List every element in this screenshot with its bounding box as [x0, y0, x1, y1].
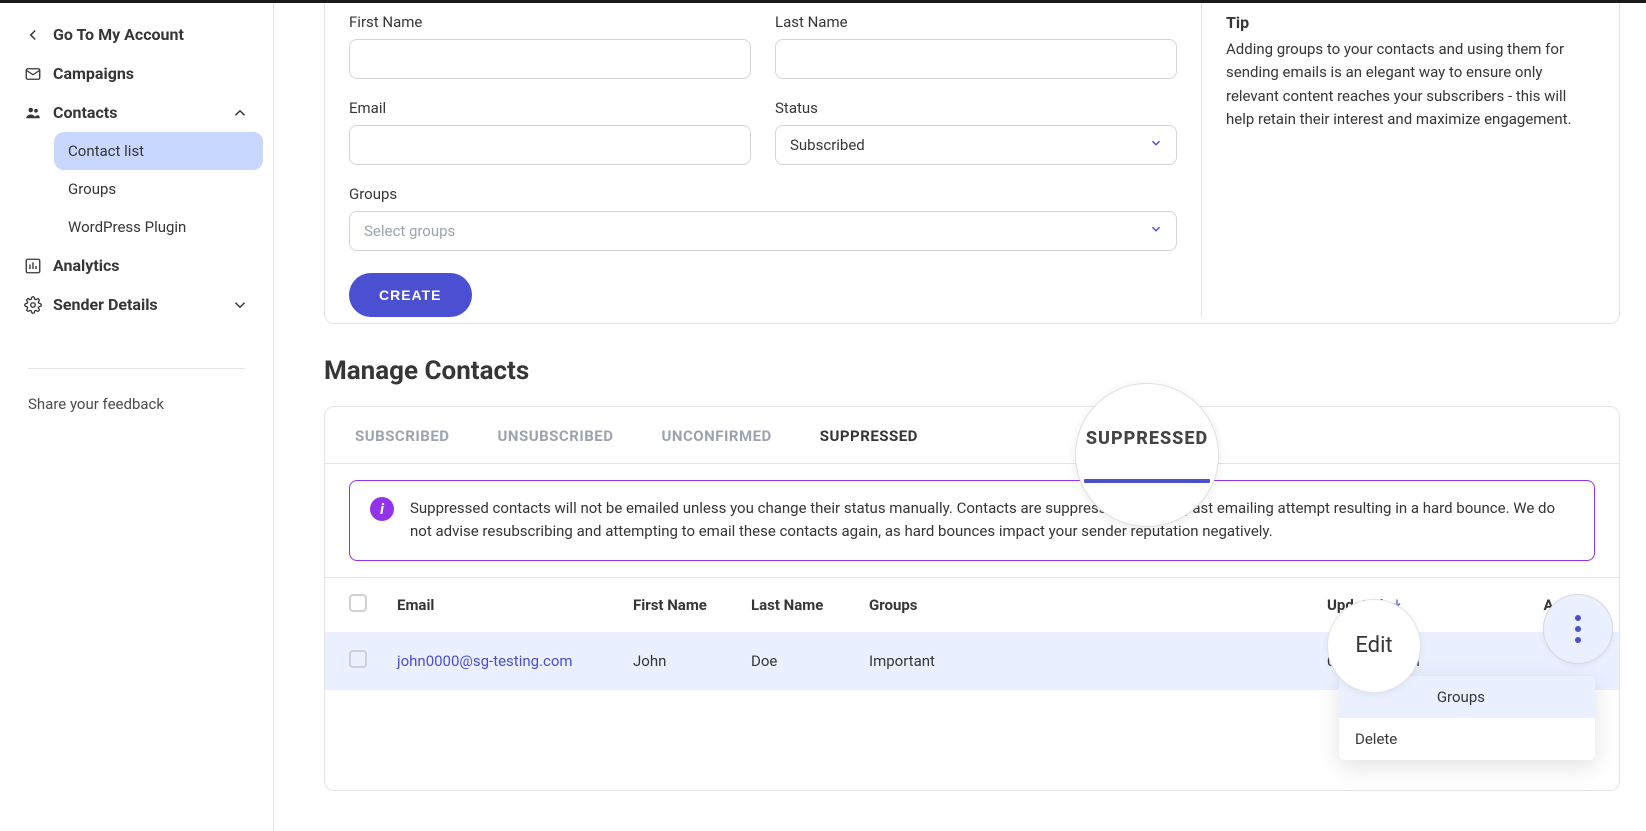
sub-groups[interactable]: Groups	[54, 170, 263, 208]
tip-card: Tip Adding groups to your contacts and u…	[1201, 3, 1595, 317]
chevron-up-icon	[231, 104, 249, 122]
status-label: Status	[775, 99, 1177, 117]
row-first-name: John	[633, 652, 751, 670]
groups-select[interactable]: Select groups	[349, 211, 1177, 251]
first-name-label: First Name	[349, 13, 751, 31]
feedback-link[interactable]: Share your feedback	[28, 368, 245, 423]
groups-field: Groups Select groups	[349, 185, 1177, 251]
edit-highlight-bubble: Edit	[1327, 599, 1421, 693]
groups-label: Groups	[349, 185, 1177, 203]
tab-unsubscribed[interactable]: UNSUBSCRIBED	[492, 407, 620, 463]
status-select[interactable]: Subscribed	[775, 125, 1177, 165]
email-field: Email	[349, 99, 751, 165]
contacts-submenu: Contact list Groups WordPress Plugin	[10, 132, 263, 246]
row-email[interactable]: john0000@sg-testing.com	[397, 652, 573, 670]
tab-subscribed[interactable]: SUBSCRIBED	[349, 407, 456, 463]
last-name-label: Last Name	[775, 13, 1177, 31]
tab-unconfirmed[interactable]: UNCONFIRMED	[656, 407, 778, 463]
row-groups: Important	[869, 652, 1327, 670]
sub-wordpress-plugin[interactable]: WordPress Plugin	[54, 208, 263, 246]
analytics-label: Analytics	[53, 256, 120, 275]
nav-contacts[interactable]: Contacts	[10, 93, 263, 132]
menu-delete[interactable]: Delete	[1339, 718, 1595, 760]
people-icon	[24, 104, 42, 122]
status-field: Status Subscribed	[775, 99, 1177, 165]
nav-analytics[interactable]: Analytics	[10, 246, 263, 285]
campaigns-label: Campaigns	[53, 64, 134, 83]
first-name-field: First Name	[349, 13, 751, 79]
magnifier-highlight: SUPPRESSED	[1075, 383, 1219, 527]
mail-icon	[24, 65, 42, 83]
row-actions-button[interactable]	[1543, 594, 1613, 664]
back-label: Go To My Account	[53, 25, 184, 44]
manage-contacts-card: SUBSCRIBED UNSUBSCRIBED UNCONFIRMED SUPP…	[324, 406, 1620, 791]
email-label: Email	[349, 99, 751, 117]
groups-placeholder: Select groups	[364, 222, 455, 240]
chevron-down-icon	[231, 296, 249, 314]
header-groups[interactable]: Groups	[869, 596, 1327, 614]
status-value: Subscribed	[790, 136, 865, 154]
info-text: Suppressed contacts will not be emailed …	[410, 497, 1574, 544]
tip-body: Adding groups to your contacts and using…	[1226, 38, 1595, 131]
tab-suppressed[interactable]: SUPPRESSED	[814, 407, 924, 463]
email-input[interactable]	[349, 125, 751, 165]
header-last-name[interactable]: Last Name	[751, 596, 869, 614]
magnifier-underline	[1084, 479, 1210, 483]
main-content: First Name Last Name Email Status	[274, 3, 1646, 831]
contacts-table: Email First Name Last Name Groups Update…	[325, 577, 1619, 690]
row-checkbox[interactable]	[349, 650, 367, 668]
select-all-checkbox[interactable]	[349, 594, 367, 612]
sidebar: Go To My Account Campaigns Contacts Cont…	[0, 3, 274, 831]
table-header: Email First Name Last Name Groups Update…	[325, 577, 1619, 632]
nav-sender-details[interactable]: Sender Details	[10, 285, 263, 324]
chart-icon	[24, 257, 42, 275]
sender-details-label: Sender Details	[53, 295, 158, 314]
nav-campaigns[interactable]: Campaigns	[10, 54, 263, 93]
back-to-account[interactable]: Go To My Account	[10, 15, 263, 54]
info-icon: i	[370, 497, 394, 521]
magnifier-text: SUPPRESSED	[1086, 428, 1208, 449]
last-name-input[interactable]	[775, 39, 1177, 79]
edit-bubble-text: Edit	[1355, 633, 1392, 658]
sub-contact-list[interactable]: Contact list	[54, 132, 263, 170]
header-email[interactable]: Email	[397, 596, 633, 614]
row-last-name: Doe	[751, 652, 869, 670]
info-banner: i Suppressed contacts will not be emaile…	[349, 480, 1595, 561]
first-name-input[interactable]	[349, 39, 751, 79]
tip-title: Tip	[1226, 13, 1595, 32]
contacts-label: Contacts	[53, 103, 117, 122]
tabs: SUBSCRIBED UNSUBSCRIBED UNCONFIRMED SUPP…	[325, 407, 1619, 464]
gear-icon	[24, 296, 42, 314]
header-first-name[interactable]: First Name	[633, 596, 751, 614]
kebab-icon	[1575, 615, 1581, 643]
create-button[interactable]: CREATE	[349, 273, 472, 317]
arrow-left-icon	[24, 26, 42, 44]
manage-contacts-title: Manage Contacts	[324, 356, 1620, 386]
last-name-field: Last Name	[775, 13, 1177, 79]
